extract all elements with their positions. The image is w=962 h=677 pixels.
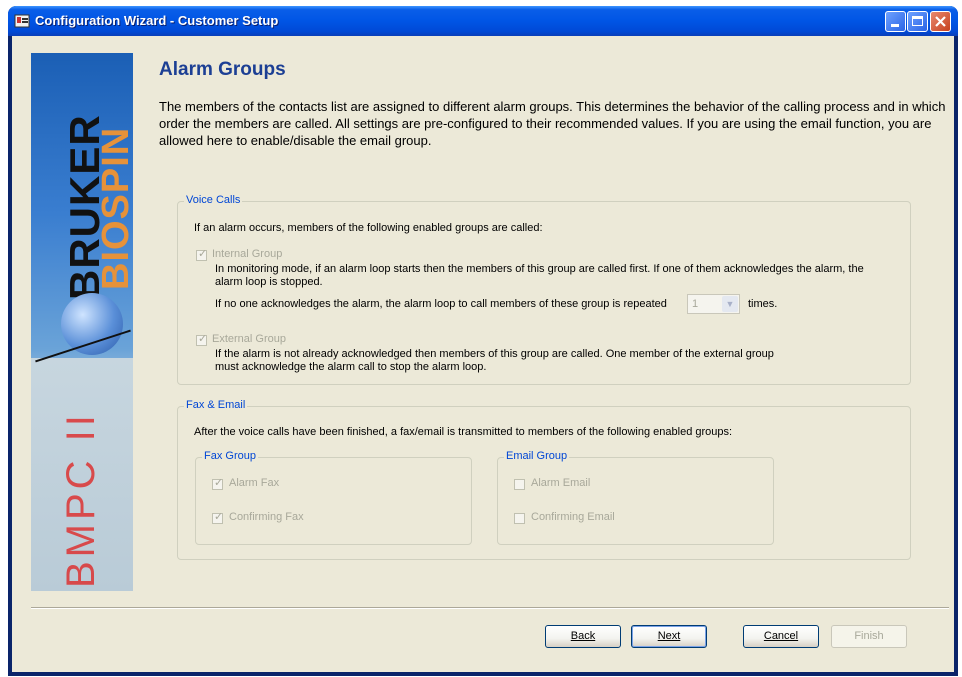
page-title: Alarm Groups	[159, 59, 286, 80]
repeat-count-select[interactable]: 1 ▼	[687, 294, 740, 314]
voice-calls-intro: If an alarm occurs, members of the follo…	[194, 222, 543, 234]
minimize-button[interactable]	[885, 11, 906, 32]
wizard-window: Configuration Wizard - Customer Setup BI…	[8, 6, 958, 676]
fax-email-group: Fax & Email After the voice calls have b…	[177, 399, 911, 560]
check-icon: ✓	[198, 248, 208, 260]
internal-group-label: Internal Group	[212, 248, 283, 260]
back-button[interactable]: Back	[545, 625, 621, 648]
repeat-label: If no one acknowledges the alarm, the al…	[215, 298, 667, 310]
fax-email-intro: After the voice calls have been finished…	[194, 426, 733, 438]
next-button[interactable]: Next	[631, 625, 707, 648]
external-group-label: External Group	[212, 333, 286, 345]
chevron-down-icon[interactable]: ▼	[722, 296, 738, 312]
repeat-count-value: 1	[692, 298, 699, 310]
title-bar[interactable]: Configuration Wizard - Customer Setup	[8, 6, 958, 36]
external-group-checkbox[interactable]: ✓	[196, 333, 208, 346]
fax-group: Fax Group ✓ Alarm Fax ✓ Confirming Fax	[195, 450, 472, 545]
globe-logo	[61, 293, 123, 355]
maximize-icon	[912, 16, 923, 26]
alarm-fax-checkbox[interactable]: ✓	[212, 477, 224, 490]
fax-group-legend: Fax Group	[202, 450, 258, 462]
confirming-fax-label: Confirming Fax	[229, 511, 304, 523]
alarm-email-label: Alarm Email	[531, 477, 591, 489]
brand-banner: BIOSPIN BRUKER BMPC II	[31, 53, 133, 591]
cancel-button[interactable]: Cancel	[743, 625, 819, 648]
close-button[interactable]	[930, 11, 951, 32]
product-name: BMPC II	[59, 411, 103, 588]
footer-separator	[31, 607, 949, 609]
page-description: The members of the contacts list are ass…	[159, 99, 946, 148]
internal-group-description: In monitoring mode, if an alarm loop sta…	[215, 263, 864, 288]
maximize-button[interactable]	[907, 11, 928, 32]
check-icon: ✓	[198, 333, 208, 345]
confirming-email-label: Confirming Email	[531, 511, 615, 523]
repeat-suffix: times.	[748, 298, 778, 310]
close-icon	[935, 16, 946, 27]
cancel-button-label: Cancel	[763, 630, 799, 642]
back-button-label: Back	[570, 630, 596, 642]
confirming-email-checkbox[interactable]	[514, 513, 525, 524]
external-group-description: If the alarm is not already acknowledged…	[215, 348, 774, 373]
next-button-label: Next	[657, 630, 681, 642]
confirming-fax-checkbox[interactable]: ✓	[212, 511, 224, 524]
app-icon	[14, 14, 30, 28]
finish-button-label: Finish	[854, 630, 884, 642]
fax-email-legend: Fax & Email	[184, 399, 248, 411]
alarm-fax-label: Alarm Fax	[229, 477, 280, 489]
check-icon: ✓	[214, 477, 224, 489]
finish-button[interactable]: Finish	[831, 625, 907, 648]
check-icon: ✓	[214, 511, 224, 523]
voice-calls-legend: Voice Calls	[184, 194, 243, 206]
wizard-body: BIOSPIN BRUKER BMPC II Alarm Groups The …	[12, 36, 954, 672]
internal-group-checkbox[interactable]: ✓	[196, 248, 208, 261]
minimize-icon	[891, 24, 899, 27]
email-group-legend: Email Group	[504, 450, 570, 462]
email-group: Email Group Alarm Email Confirming Email	[497, 450, 774, 545]
voice-calls-group: Voice Calls If an alarm occurs, members …	[177, 194, 911, 385]
alarm-email-checkbox[interactable]	[514, 479, 525, 490]
window-title: Configuration Wizard - Customer Setup	[35, 13, 279, 28]
brand-bruker-text: BRUKER	[61, 114, 108, 300]
